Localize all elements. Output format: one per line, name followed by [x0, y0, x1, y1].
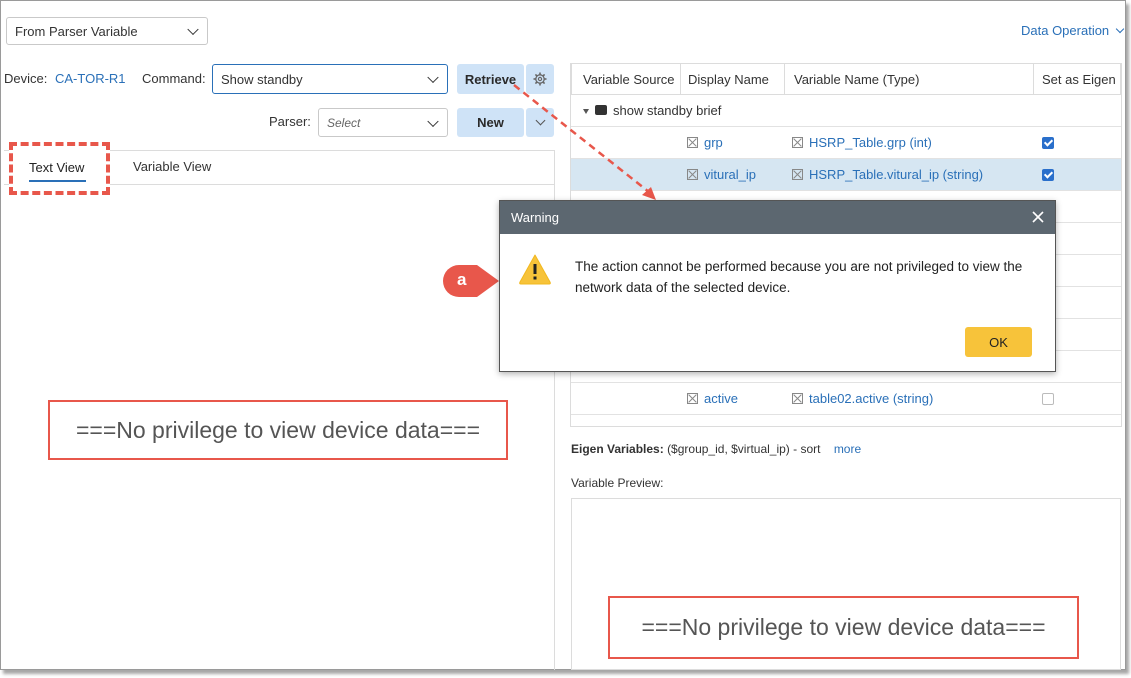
dialog-header: Warning	[500, 201, 1055, 234]
warning-icon	[519, 254, 551, 285]
callout-label: a	[457, 270, 467, 289]
dialog-message: The action cannot be performed because y…	[575, 259, 1023, 295]
app-window: From Parser Variable Data Operation Devi…	[0, 0, 1126, 670]
annotation-arrow-line	[513, 84, 650, 193]
dialog-title: Warning	[511, 210, 559, 225]
ok-button-label: OK	[989, 334, 1008, 350]
ok-button[interactable]: OK	[965, 327, 1032, 357]
warning-dialog: Warning The action cannot be performed b…	[499, 200, 1056, 372]
annotation-arrow-head	[642, 187, 656, 200]
close-icon[interactable]	[1031, 210, 1045, 224]
callout-marker: a	[443, 265, 501, 297]
callout-pointer-shape	[443, 265, 499, 297]
